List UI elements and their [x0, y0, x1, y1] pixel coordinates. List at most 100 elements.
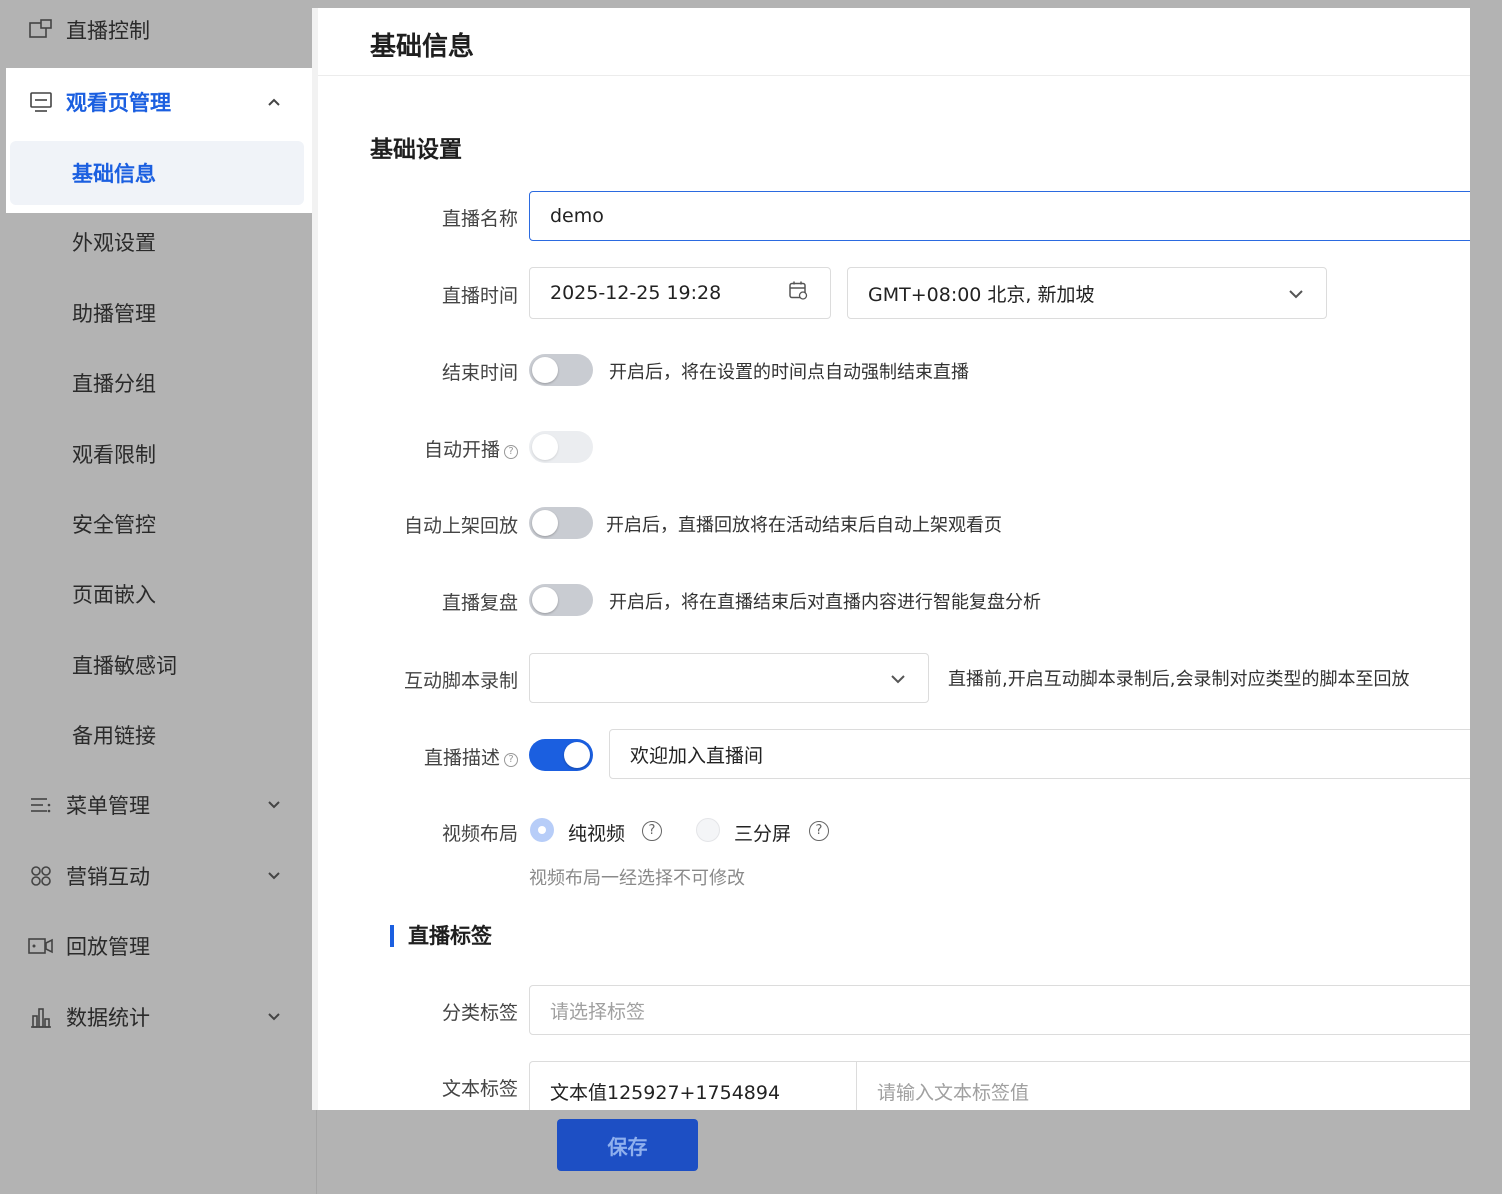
chevron-down-icon[interactable]	[266, 868, 282, 884]
live-time-label: 直播时间	[441, 285, 518, 307]
description-text: 直播描述	[423, 747, 500, 769]
layout-radio-video[interactable]	[530, 818, 554, 842]
sidebar-item-sensitive-words[interactable]: 直播敏感词	[0, 635, 312, 695]
video-camera-icon	[28, 933, 54, 959]
nav-live-control[interactable]: 直播控制	[0, 0, 312, 60]
tags-section-title: 直播标签	[390, 920, 492, 950]
live-time-value: 2025-12-25 19:28	[550, 282, 722, 304]
sidebar-item-label: 备用链接	[72, 724, 156, 748]
live-name-input[interactable]: demo	[529, 191, 1470, 241]
description-label: 直播描述?	[318, 743, 518, 770]
nav-label: 直播控制	[66, 19, 150, 43]
description-value: 欢迎加入直播间	[630, 744, 764, 767]
help-icon[interactable]: ?	[642, 821, 662, 841]
help-icon[interactable]: ?	[504, 753, 518, 767]
nav-marketing[interactable]: 营销互动	[0, 846, 312, 906]
nav-stats[interactable]: 数据统计	[0, 987, 312, 1047]
end-time-hint: 开启后，将在设置的时间点自动强制结束直播	[609, 362, 969, 383]
auto-start-label: 自动开播?	[318, 435, 518, 462]
text-tag-value-input[interactable]: 请输入文本标签值	[856, 1061, 1470, 1110]
live-name-label: 直播名称	[441, 208, 518, 230]
review-label: 直播复盘	[441, 592, 518, 614]
review-toggle[interactable]	[529, 584, 593, 616]
sidebar-item-label: 观看限制	[72, 443, 156, 467]
overlay-strip	[1470, 8, 1502, 1110]
end-time-toggle[interactable]	[529, 354, 593, 386]
description-input[interactable]: 欢迎加入直播间	[609, 729, 1470, 779]
sidebar-item-label: 直播分组	[72, 372, 156, 396]
category-label: 分类标签	[441, 1002, 518, 1024]
text-tag-key-input[interactable]: 文本值125927+1754894	[529, 1061, 857, 1110]
auto-replay-hint: 开启后，直播回放将在活动结束后自动上架观看页	[606, 515, 1002, 536]
chevron-down-icon[interactable]	[266, 797, 282, 813]
layout-option-video[interactable]: 纯视频	[568, 819, 625, 846]
timezone-select[interactable]: GMT+08:00 北京, 新加坡	[847, 267, 1327, 319]
layout-hint: 视频布局一经选择不可修改	[529, 868, 745, 889]
sidebar-item-restriction[interactable]: 观看限制	[0, 424, 312, 484]
nav-replay[interactable]: 回放管理	[0, 916, 312, 976]
sidebar-item-security[interactable]: 安全管控	[0, 494, 312, 554]
chevron-down-icon[interactable]	[890, 667, 906, 689]
category-placeholder: 请选择标签	[550, 1000, 646, 1023]
text-tag-label: 文本标签	[441, 1078, 518, 1100]
sidebar: 直播控制 观看页管理 基础信息 外观设置 助播管理 直播分组 观看限制 安全管控…	[0, 0, 312, 1194]
footer-bar	[316, 1110, 1502, 1194]
sidebar-item-basic-info[interactable]: 基础信息	[10, 141, 304, 205]
timezone-value: GMT+08:00 北京, 新加坡	[868, 283, 1095, 306]
description-toggle[interactable]	[529, 739, 593, 771]
auto-replay-label: 自动上架回放	[403, 515, 518, 537]
sidebar-item-appearance[interactable]: 外观设置	[0, 212, 312, 272]
auto-replay-toggle[interactable]	[529, 507, 593, 539]
chevron-up-icon[interactable]	[266, 94, 282, 110]
sidebar-item-label: 基础信息	[72, 162, 156, 186]
sidebar-item-label: 外观设置	[72, 231, 156, 255]
sidebar-item-label: 安全管控	[72, 513, 156, 537]
toggle-knob	[532, 587, 558, 613]
nav-menu-mgmt[interactable]: 菜单管理	[0, 775, 312, 835]
sidebar-item-group[interactable]: 直播分组	[0, 353, 312, 413]
layout-option-triple[interactable]: 三分屏	[734, 819, 791, 846]
toggle-knob	[532, 510, 558, 536]
chevron-down-icon[interactable]	[266, 1009, 282, 1025]
live-name-value: demo	[550, 205, 604, 227]
list-icon	[28, 792, 54, 818]
script-label: 互动脚本录制	[403, 670, 518, 692]
layout-label: 视频布局	[441, 823, 518, 845]
nav-label: 观看页管理	[66, 91, 171, 115]
help-icon[interactable]: ?	[504, 445, 518, 459]
save-button[interactable]: 保存	[557, 1119, 698, 1171]
toggle-knob	[532, 357, 558, 383]
nav-watch-page[interactable]: 观看页管理	[0, 72, 312, 132]
chevron-down-icon[interactable]	[1288, 282, 1304, 304]
script-select[interactable]	[529, 653, 929, 703]
help-icon[interactable]: ?	[809, 821, 829, 841]
text-tag-placeholder: 请输入文本标签值	[877, 1081, 1030, 1104]
section-title: 基础设置	[370, 137, 462, 163]
end-time-label: 结束时间	[441, 362, 518, 384]
review-hint: 开启后，将在直播结束后对直播内容进行智能复盘分析	[609, 592, 1041, 613]
monitor-icon	[28, 89, 54, 115]
bar-chart-icon	[28, 1004, 54, 1030]
auto-start-toggle[interactable]	[529, 431, 593, 463]
category-select[interactable]: 请选择标签	[529, 985, 1470, 1035]
nav-label: 菜单管理	[66, 794, 150, 818]
toggle-knob	[564, 742, 590, 768]
sidebar-item-assistant[interactable]: 助播管理	[0, 283, 312, 343]
text-tag-value: 文本值125927+1754894	[550, 1081, 781, 1104]
sidebar-item-label: 页面嵌入	[72, 583, 156, 607]
calendar-icon[interactable]	[788, 281, 808, 306]
page-title: 基础信息	[370, 32, 475, 62]
sidebar-item-embed[interactable]: 页面嵌入	[0, 564, 312, 624]
panel-header: 基础信息	[318, 8, 1470, 76]
nav-label: 回放管理	[66, 935, 150, 959]
script-hint: 直播前,开启互动脚本录制后,会录制对应类型的脚本至回放	[948, 669, 1410, 690]
sidebar-item-label: 直播敏感词	[72, 654, 177, 678]
sidebar-item-backup-link[interactable]: 备用链接	[0, 705, 312, 765]
nav-label: 数据统计	[66, 1006, 150, 1030]
layout-radio-triple[interactable]	[696, 818, 720, 842]
sidebar-item-label: 助播管理	[72, 302, 156, 326]
live-time-picker[interactable]: 2025-12-25 19:28	[529, 267, 831, 319]
toggle-knob	[532, 434, 558, 460]
main-panel: 基础信息 基础设置 直播名称 demo 直播时间 2025-12-25 19:2…	[312, 8, 1470, 1110]
nav-label: 营销互动	[66, 865, 150, 889]
